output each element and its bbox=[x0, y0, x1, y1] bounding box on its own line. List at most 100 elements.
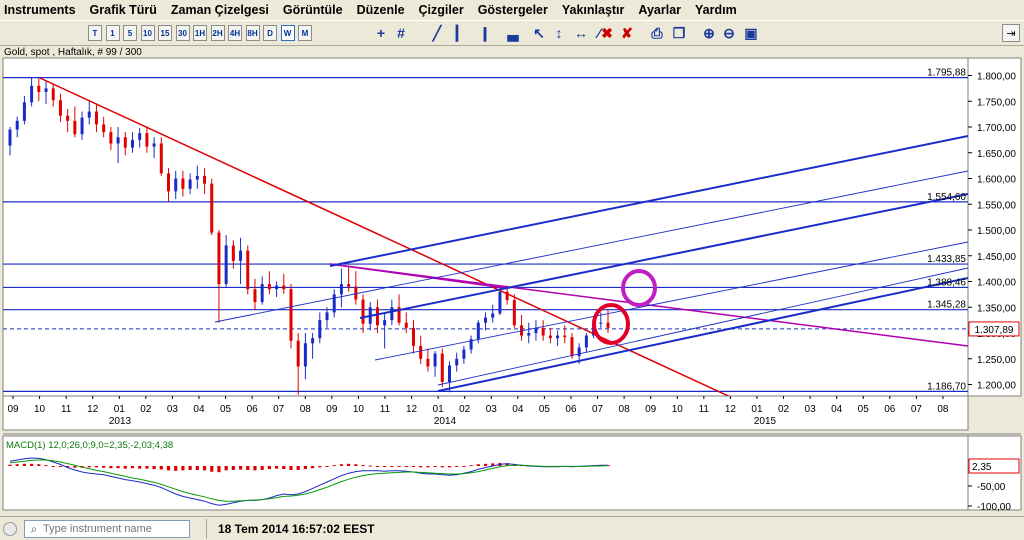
timeframe-30-button[interactable]: 30 bbox=[175, 25, 190, 41]
candle-body bbox=[130, 139, 134, 148]
menu-help[interactable]: Yardım bbox=[695, 3, 737, 17]
y-tick-label: 1.250,00 bbox=[977, 355, 1016, 366]
macd-histogram-bar bbox=[224, 466, 228, 471]
macd-histogram-bar bbox=[469, 465, 473, 467]
candle-body bbox=[289, 289, 293, 341]
crosshair-icon[interactable]: + bbox=[372, 24, 390, 42]
delete-all-icon[interactable]: ✘ bbox=[618, 24, 636, 42]
timeframe-w-button[interactable]: W bbox=[280, 25, 295, 41]
macd-histogram-bar bbox=[195, 466, 199, 470]
timeframe-1h-button[interactable]: 1H bbox=[193, 25, 207, 41]
x-tick-label: 12 bbox=[406, 404, 418, 415]
zoom-out-icon[interactable]: ⊖ bbox=[720, 24, 738, 42]
candle-body bbox=[87, 111, 91, 118]
price-chart[interactable]: 1.800,00 1.750,00 1.700,00 1.650,00 1.600,00… bbox=[0, 46, 1024, 516]
macd-histogram-bar bbox=[15, 464, 19, 466]
candle-body bbox=[498, 291, 502, 314]
timeframe-m-button[interactable]: M bbox=[298, 25, 312, 41]
measure-icon[interactable]: ↔ bbox=[572, 24, 590, 42]
candle-body bbox=[599, 322, 603, 324]
zoom-fit-icon[interactable]: ▣ bbox=[742, 24, 760, 42]
pin-icon[interactable]: ⇥ bbox=[1002, 24, 1020, 42]
candle-body bbox=[109, 132, 113, 144]
instrument-search[interactable]: ⌕ bbox=[24, 520, 190, 538]
macd-histogram-bar bbox=[347, 463, 351, 466]
timeframe-15-button[interactable]: 15 bbox=[158, 25, 172, 41]
candle-body bbox=[73, 120, 77, 135]
menu-instruments[interactable]: Instruments bbox=[4, 3, 76, 17]
macd-histogram-bar bbox=[116, 466, 120, 469]
x-tick-label: 12 bbox=[725, 404, 737, 415]
timeframe-10-button[interactable]: 10 bbox=[140, 25, 155, 41]
x-tick-label: 11 bbox=[699, 404, 710, 415]
candle-body bbox=[476, 322, 480, 340]
instrument-search-input[interactable] bbox=[43, 523, 183, 535]
menu-view[interactable]: Görüntüle bbox=[283, 3, 343, 17]
line-chart-icon[interactable]: ╱ bbox=[428, 24, 446, 42]
candle-body bbox=[37, 85, 41, 92]
candle-body bbox=[491, 313, 495, 318]
y-tick-label: 1.650,00 bbox=[977, 149, 1016, 160]
candle-body bbox=[332, 294, 336, 313]
menu-zoom[interactable]: Yakınlaştır bbox=[562, 3, 625, 17]
x-tick-label: 08 bbox=[619, 404, 631, 415]
candle-body bbox=[404, 322, 408, 328]
copy-icon[interactable]: ❐ bbox=[670, 24, 688, 42]
x-tick-label: 04 bbox=[512, 404, 524, 415]
x-tick-label: 10 bbox=[34, 404, 46, 415]
macd-current-label: 2,35 bbox=[972, 462, 992, 473]
timeframe-1-button[interactable]: 1 bbox=[105, 25, 120, 41]
grid-icon[interactable]: # bbox=[392, 24, 410, 42]
cursor-tool-icon[interactable]: ↖ bbox=[530, 24, 548, 42]
x-tick-label: 11 bbox=[61, 404, 72, 415]
timeframe-d-button[interactable]: D bbox=[263, 25, 277, 41]
timeframe-5-button[interactable]: 5 bbox=[123, 25, 137, 41]
menu-edit[interactable]: Düzenle bbox=[357, 3, 405, 17]
candle-body bbox=[217, 232, 221, 285]
menu-settings[interactable]: Ayarlar bbox=[638, 3, 681, 17]
macd-histogram-bar bbox=[267, 466, 271, 470]
zoom-in-icon[interactable]: ⊕ bbox=[700, 24, 718, 42]
timeframe-8h-button[interactable]: 8H bbox=[245, 25, 260, 41]
candle-body bbox=[152, 143, 156, 147]
candle-body bbox=[282, 285, 286, 290]
candle-body bbox=[339, 284, 343, 295]
pan-tool-icon[interactable]: ↕ bbox=[550, 24, 568, 42]
delete-icon[interactable]: ✖ bbox=[598, 24, 616, 42]
macd-histogram-bar bbox=[361, 465, 365, 467]
x-tick-label: 04 bbox=[831, 404, 843, 415]
candle-body bbox=[462, 349, 466, 359]
candle-body bbox=[239, 250, 243, 261]
candle-body bbox=[51, 88, 55, 101]
y-tick-label: 1.400,00 bbox=[977, 278, 1016, 289]
bar-chart-icon[interactable]: ┃ bbox=[448, 24, 466, 42]
timeframe-t-button[interactable]: T bbox=[88, 25, 102, 41]
print-icon[interactable]: ⎙ bbox=[648, 24, 666, 42]
area-chart-icon[interactable]: ▃ bbox=[504, 24, 522, 42]
macd-histogram-bar bbox=[440, 466, 444, 468]
candle-body bbox=[541, 327, 545, 336]
candle-body bbox=[318, 320, 322, 339]
timeframe-4h-button[interactable]: 4H bbox=[228, 25, 242, 41]
candle-chart-icon[interactable]: ❙ bbox=[476, 24, 494, 42]
macd-histogram-bar bbox=[44, 465, 48, 467]
menu-lines[interactable]: Çizgiler bbox=[419, 3, 464, 17]
x-tick-label: 06 bbox=[884, 404, 896, 415]
menu-indicators[interactable]: Göstergeler bbox=[478, 3, 548, 17]
candle-body bbox=[138, 133, 142, 140]
timeframe-2h-button[interactable]: 2H bbox=[210, 25, 225, 41]
candle-body bbox=[246, 250, 250, 290]
candle-body bbox=[66, 115, 70, 121]
x-tick-label: 07 bbox=[911, 404, 923, 415]
x-tick-label: 05 bbox=[220, 404, 232, 415]
menu-timeframe[interactable]: Zaman Çizelgesi bbox=[171, 3, 269, 17]
macd-histogram-bar bbox=[145, 466, 149, 469]
macd-histogram-bar bbox=[433, 466, 437, 467]
candle-body bbox=[123, 137, 127, 148]
candle-body bbox=[455, 358, 459, 366]
menu-chart-type[interactable]: Grafik Türü bbox=[90, 3, 157, 17]
candle-body bbox=[8, 129, 12, 146]
macd-histogram-bar bbox=[210, 466, 214, 472]
candle-body bbox=[570, 337, 574, 357]
macd-histogram-bar bbox=[311, 466, 315, 469]
